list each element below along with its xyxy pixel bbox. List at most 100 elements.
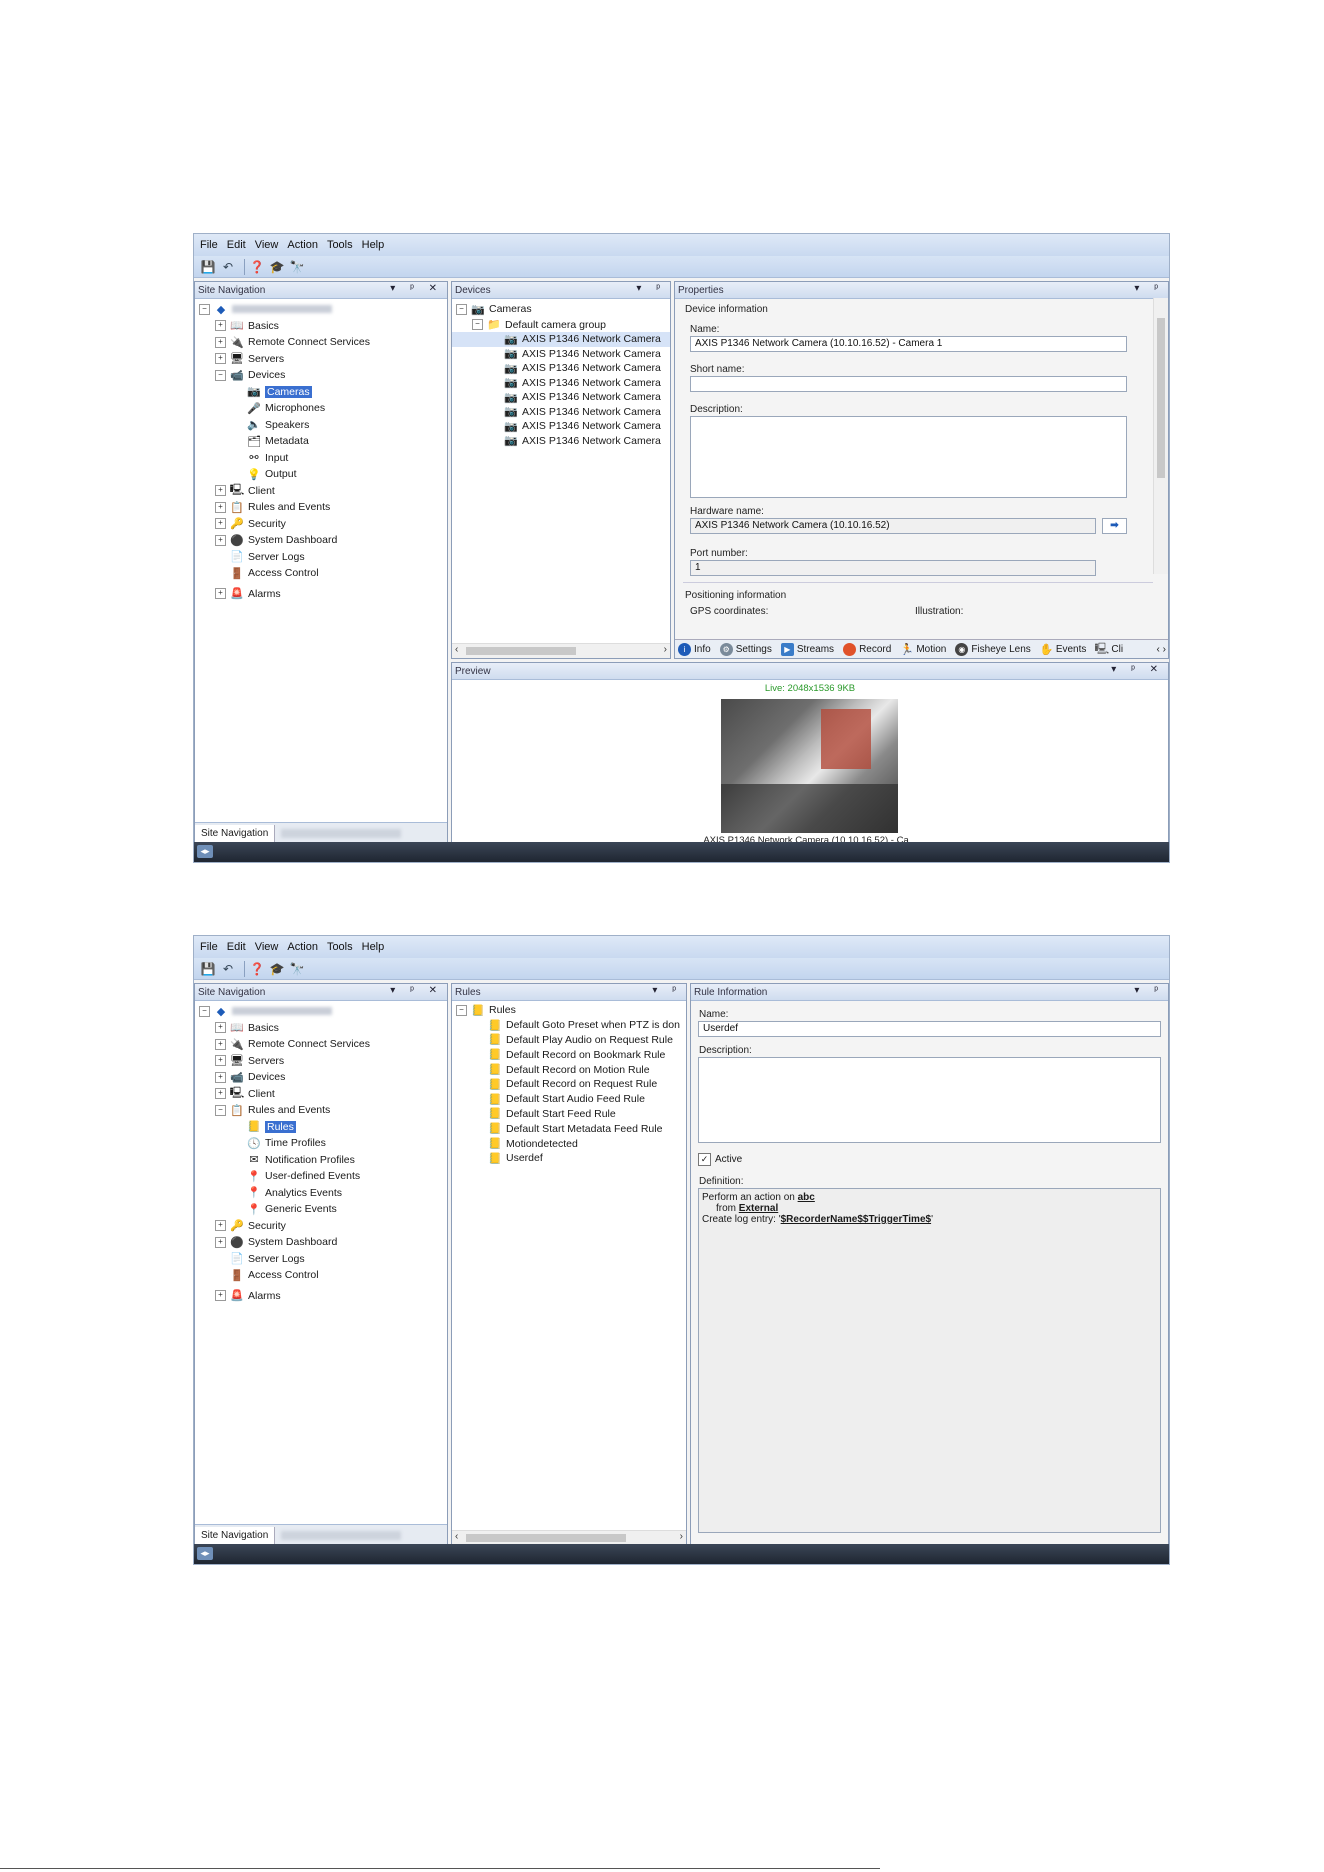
tab-redacted[interactable]: [281, 828, 402, 838]
menu-help[interactable]: Help: [362, 941, 385, 953]
menu-view[interactable]: View: [255, 239, 279, 251]
menu-action[interactable]: Action: [287, 941, 318, 953]
pane-controls[interactable]: ▾ ᵖ ✕: [390, 985, 443, 996]
camera-item[interactable]: 📷 AXIS P1346 Network Camera: [452, 376, 670, 391]
pane-controls[interactable]: ▾ ᵖ: [636, 283, 666, 294]
tree-item-rules-events[interactable]: − 📋 Rules and Events: [195, 1102, 447, 1119]
tree-item-system-dashboard[interactable]: + ⚫ System Dashboard: [195, 1234, 447, 1251]
scroll-left-icon[interactable]: ‹: [455, 1531, 458, 1542]
tree-item-cameras-root[interactable]: − 📷 Cameras: [452, 301, 670, 318]
short-name-field[interactable]: [690, 376, 1127, 392]
tree-item-remote-connect[interactable]: + 🔌 Remote Connect Services: [195, 334, 447, 351]
scroll-right-icon[interactable]: ›: [664, 644, 667, 655]
status-icon[interactable]: ◂▸: [197, 845, 213, 858]
menu-edit[interactable]: Edit: [227, 239, 246, 251]
description-field[interactable]: [690, 416, 1127, 498]
tree-item-client[interactable]: + 🖳 Client: [195, 483, 447, 500]
name-field[interactable]: Userdef: [698, 1021, 1161, 1037]
camera-item[interactable]: 📷 AXIS P1346 Network Camera: [452, 390, 670, 405]
rule-item[interactable]: 📒 Motiondetected: [452, 1136, 686, 1151]
tree-item-access-control[interactable]: 🚪 Access Control: [195, 1267, 447, 1284]
tree-item-access-control[interactable]: 🚪 Access Control: [195, 565, 447, 582]
tab-info[interactable]: i Info: [675, 642, 711, 656]
tree-item-devices[interactable]: + 📹 Devices: [195, 1069, 447, 1086]
pane-controls[interactable]: ▾ ᵖ: [1134, 985, 1164, 996]
undo-icon[interactable]: ↶: [220, 961, 236, 977]
tree-item-camera-group[interactable]: − 📁 Default camera group: [452, 318, 670, 333]
camera-item[interactable]: 📷 AXIS P1346 Network Camera: [452, 434, 670, 449]
tree-item-devices[interactable]: − 📹 Devices: [195, 367, 447, 384]
tree-item-rules-events[interactable]: + 📋 Rules and Events: [195, 499, 447, 516]
rule-item[interactable]: 📒 Default Record on Bookmark Rule: [452, 1047, 686, 1062]
rule-item[interactable]: 📒 Default Play Audio on Request Rule: [452, 1033, 686, 1048]
tree-item-security[interactable]: + 🔑 Security: [195, 516, 447, 533]
tab-events[interactable]: ✋ Events: [1037, 643, 1086, 656]
tree-item-input[interactable]: ⚯ Input: [195, 450, 447, 467]
tree-item-speakers[interactable]: 🔈 Speakers: [195, 417, 447, 434]
tab-settings[interactable]: ⚙ Settings: [717, 642, 772, 656]
rule-item[interactable]: 📒 Default Start Feed Rule: [452, 1107, 686, 1122]
tab-fisheye[interactable]: ◉ Fisheye Lens: [952, 642, 1031, 656]
menu-action[interactable]: Action: [287, 239, 318, 251]
pane-controls[interactable]: ▾ ᵖ: [652, 985, 682, 996]
tree-item-alarms[interactable]: + 🚨 Alarms: [195, 1288, 447, 1305]
tab-redacted[interactable]: [281, 1530, 402, 1540]
menu-view[interactable]: View: [255, 941, 279, 953]
camera-item[interactable]: 📷 AXIS P1346 Network Camera: [452, 361, 670, 376]
tree-item-generic-events[interactable]: 📍 Generic Events: [195, 1201, 447, 1218]
tree-item-basics[interactable]: + 📖 Basics: [195, 318, 447, 335]
active-checkbox[interactable]: ✓ Active: [698, 1153, 742, 1166]
tree-item-rules-root[interactable]: − 📒 Rules: [452, 1003, 686, 1018]
tree-item-alarms[interactable]: + 🚨 Alarms: [195, 586, 447, 603]
tree-item-time-profiles[interactable]: 🕓 Time Profiles: [195, 1135, 447, 1152]
help-icon[interactable]: ❓: [249, 961, 265, 977]
description-field[interactable]: [698, 1057, 1161, 1143]
tab-site-navigation[interactable]: Site Navigation: [195, 1526, 276, 1544]
hat-icon[interactable]: 🎓: [269, 259, 285, 275]
tree-item-rules[interactable]: 📒 Rules: [195, 1119, 447, 1136]
rule-item[interactable]: 📒 Default Start Metadata Feed Rule: [452, 1121, 686, 1136]
help-icon[interactable]: ❓: [249, 259, 265, 275]
menu-tools[interactable]: Tools: [327, 941, 353, 953]
camera-preview-image[interactable]: [721, 699, 898, 833]
tab-motion[interactable]: 🏃 Motion: [897, 643, 946, 656]
pane-controls[interactable]: ▾ ᵖ ✕: [1111, 664, 1164, 675]
tree-item-servers[interactable]: + 🖥 Servers: [195, 351, 447, 368]
scroll-thumb[interactable]: [466, 1534, 626, 1542]
camera-item[interactable]: 📷 AXIS P1346 Network Camera: [452, 347, 670, 362]
tree-item-servers[interactable]: + 🖥 Servers: [195, 1053, 447, 1070]
tree-root[interactable]: − ◆: [195, 301, 447, 318]
scroll-left-icon[interactable]: ‹: [455, 644, 458, 655]
binoculars-icon[interactable]: 🔭: [289, 259, 305, 275]
tree-item-user-defined-events[interactable]: 📍 User-defined Events: [195, 1168, 447, 1185]
tree-item-remote-connect[interactable]: + 🔌 Remote Connect Services: [195, 1036, 447, 1053]
menu-tools[interactable]: Tools: [327, 239, 353, 251]
tree-item-cameras[interactable]: 📷 Cameras: [195, 384, 447, 401]
tab-site-navigation[interactable]: Site Navigation: [195, 824, 276, 842]
tree-item-analytics-events[interactable]: 📍 Analytics Events: [195, 1185, 447, 1202]
properties-vscroll[interactable]: [1153, 298, 1168, 574]
tab-record[interactable]: Record: [840, 642, 891, 656]
devices-hscroll[interactable]: ‹ ›: [452, 643, 670, 658]
tab-client[interactable]: 🖳 Cli: [1092, 643, 1124, 656]
rule-item[interactable]: 📒 Default Record on Request Rule: [452, 1077, 686, 1092]
tab-streams[interactable]: ▶ Streams: [778, 642, 834, 656]
camera-item[interactable]: 📷 AXIS P1346 Network Camera: [452, 419, 670, 434]
rule-item[interactable]: 📒 Default Goto Preset when PTZ is don: [452, 1018, 686, 1033]
rule-item[interactable]: 📒 Default Record on Motion Rule: [452, 1062, 686, 1077]
rule-item[interactable]: 📒 Default Start Audio Feed Rule: [452, 1092, 686, 1107]
definition-link-log[interactable]: $RecorderName$$TriggerTime$: [781, 1214, 931, 1225]
scroll-thumb[interactable]: [466, 647, 576, 655]
definition-link-external[interactable]: External: [739, 1203, 778, 1214]
rule-item[interactable]: 📒 Userdef: [452, 1151, 686, 1166]
pane-controls[interactable]: ▾ ᵖ: [1134, 283, 1164, 294]
undo-icon[interactable]: ↶: [220, 259, 236, 275]
tree-root[interactable]: − ◆: [195, 1003, 447, 1020]
menu-file[interactable]: File: [200, 941, 218, 953]
rules-hscroll[interactable]: ‹ ›: [452, 1530, 686, 1545]
menu-edit[interactable]: Edit: [227, 941, 246, 953]
scroll-right-icon[interactable]: ›: [680, 1531, 683, 1542]
arrow-right-icon[interactable]: ➡: [1102, 518, 1127, 534]
tab-scroll-arrows[interactable]: ‹ ›: [1157, 644, 1166, 655]
tree-item-basics[interactable]: + 📖 Basics: [195, 1020, 447, 1037]
